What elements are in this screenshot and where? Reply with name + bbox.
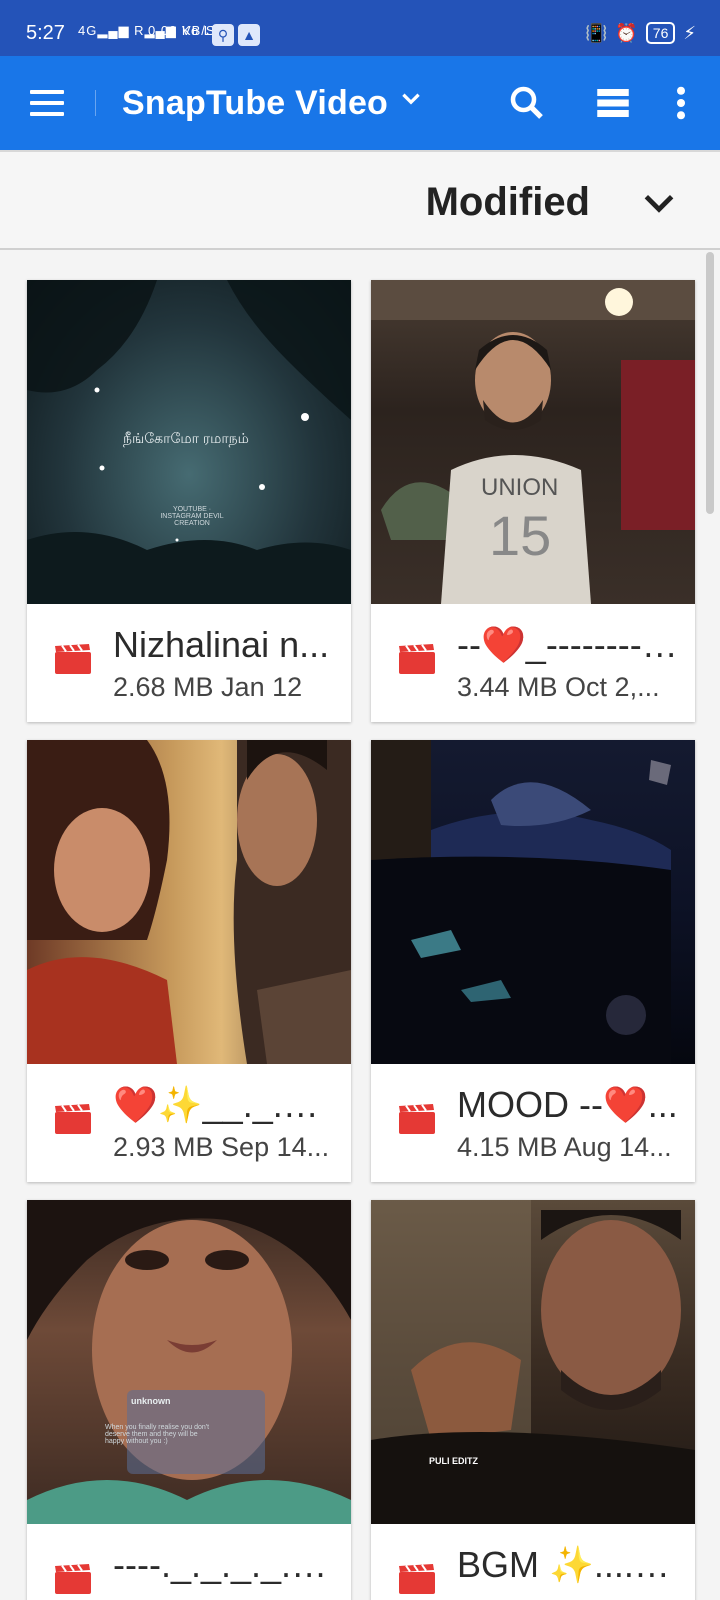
couple-scene	[27, 740, 351, 1064]
more-options-icon[interactable]	[660, 82, 702, 124]
video-card[interactable]: MOOD --❤️... 4.15 MB Aug 14...	[371, 740, 695, 1182]
sort-chevron-down-icon[interactable]	[640, 184, 678, 222]
alarm-icon: ⏰	[615, 22, 638, 43]
video-thumbnail[interactable]: UNION 15	[371, 280, 695, 604]
image-notification-icon: ▲	[238, 24, 260, 46]
video-thumbnail[interactable]: PULI EDITZ	[371, 1200, 695, 1524]
app-title[interactable]: SnapTube Video	[122, 84, 388, 123]
search-icon[interactable]	[506, 82, 548, 124]
appbar-divider	[95, 90, 96, 116]
thumbnail-caption: நீங்கோமோ ரமாநம்	[123, 430, 249, 446]
chevron-down-icon[interactable]	[398, 86, 424, 112]
video-file-icon	[399, 1564, 435, 1594]
menu-icon[interactable]	[30, 90, 64, 116]
thumbnail-watermark: YOUTUBE · INSTAGRAM DEVIL CREATION	[160, 506, 224, 527]
thumbnail-watermark: PULI EDITZ	[429, 1456, 478, 1466]
video-info[interactable]: --❤️_-------- --... 3.44 MB Oct 2,...	[371, 604, 695, 722]
video-file-icon	[55, 1564, 91, 1594]
video-title: Nizhalinai n...	[113, 624, 330, 665]
video-card[interactable]: unknown When you finally realise you don…	[27, 1200, 351, 1600]
sort-label[interactable]: Modified	[426, 180, 590, 225]
list-view-icon[interactable]	[592, 82, 634, 124]
video-info[interactable]: ❤️✨__._._._.... 2.93 MB Sep 14...	[27, 1064, 351, 1182]
svg-text:15: 15	[489, 504, 551, 567]
video-meta: 2.93 MB Sep 14...	[113, 1132, 330, 1162]
video-file-icon	[399, 1104, 435, 1134]
video-thumbnail[interactable]: unknown When you finally realise you don…	[27, 1200, 351, 1524]
video-card[interactable]: UNION 15 --❤️_-------- --... 3.44 MB Oct…	[371, 280, 695, 722]
charging-icon: ⚡	[683, 22, 696, 43]
status-right-icons: 📳 ⏰ 76 ⚡	[585, 22, 696, 44]
video-meta: 4.15 MB Aug 14...	[457, 1132, 672, 1162]
video-file-icon	[55, 1104, 91, 1134]
scrollbar[interactable]	[706, 252, 714, 514]
video-card[interactable]: நீங்கோமோ ரமாநம் YOUTUBE · INSTAGRAM DEVI…	[27, 280, 351, 722]
app-bar: SnapTube Video	[0, 56, 720, 150]
usb-icon: ⚲	[212, 24, 234, 46]
video-title: BGM ✨...._...	[457, 1544, 679, 1585]
vibrate-icon: 📳	[584, 22, 608, 43]
video-card[interactable]: ❤️✨__._._._.... 2.93 MB Sep 14...	[27, 740, 351, 1182]
man-portrait-scene	[371, 1200, 695, 1524]
video-card[interactable]: PULI EDITZ BGM ✨...._...	[371, 1200, 695, 1600]
status-time: 5:27	[26, 22, 65, 44]
video-meta: 2.68 MB Jan 12	[113, 672, 303, 702]
video-thumbnail[interactable]	[27, 740, 351, 1064]
video-file-icon	[55, 644, 91, 674]
video-title: ❤️✨__._._._....	[113, 1084, 335, 1125]
thumbnail-caption: unknown	[131, 1396, 171, 1406]
video-file-icon	[399, 644, 435, 674]
woman-portrait-scene	[27, 1200, 351, 1524]
video-title: ----._._._._._....	[113, 1544, 335, 1585]
video-title: --❤️_-------- --...	[457, 624, 679, 665]
man-on-phone-scene: UNION 15	[371, 280, 695, 604]
svg-text:UNION: UNION	[481, 474, 558, 501]
video-meta: 3.44 MB Oct 2,...	[457, 672, 660, 702]
video-info[interactable]: BGM ✨...._...	[371, 1524, 695, 1600]
video-title: MOOD --❤️...	[457, 1084, 678, 1125]
network-type: 4G	[78, 23, 98, 38]
video-info[interactable]: Nizhalinai n... 2.68 MB Jan 12	[27, 604, 351, 722]
thumbnail-watermark: When you finally realise you don't deser…	[105, 1424, 210, 1445]
video-info[interactable]: ----._._._._._....	[27, 1524, 351, 1600]
video-thumbnail[interactable]: நீங்கோமோ ரமாநம் YOUTUBE · INSTAGRAM DEVI…	[27, 280, 351, 604]
video-thumbnail[interactable]	[371, 740, 695, 1064]
video-info[interactable]: MOOD --❤️... 4.15 MB Aug 14...	[371, 1064, 695, 1182]
battery-icon: 76	[645, 22, 676, 44]
sort-bar[interactable]: Modified	[0, 150, 720, 250]
status-bar: 5:27 4G▂▄▆ R▂▄▆ 0.08 KB/S Vo LTE ⚲ ▲ 📳 ⏰…	[0, 0, 720, 56]
night-room-scene	[371, 740, 671, 1064]
